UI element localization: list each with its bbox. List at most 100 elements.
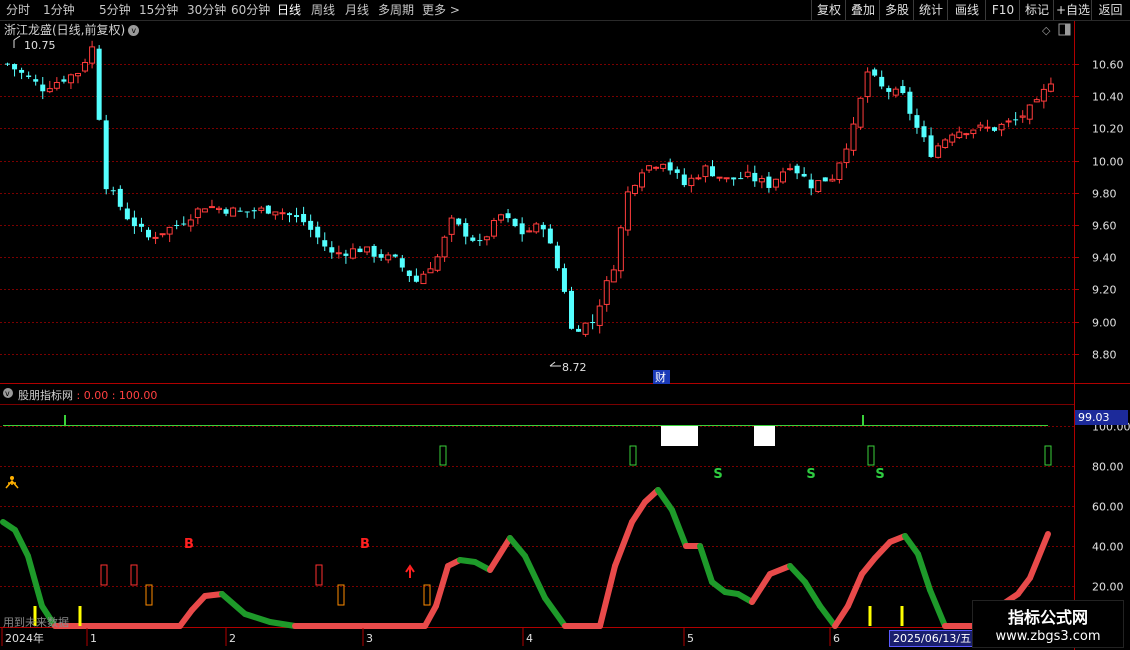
candle-up xyxy=(624,191,631,231)
oscillator-segment xyxy=(669,507,689,549)
candle-down xyxy=(124,208,130,220)
candle-up xyxy=(448,217,455,235)
candle-down xyxy=(265,205,271,214)
candle-down xyxy=(223,209,229,214)
candle-up xyxy=(631,184,638,195)
diamond-icon[interactable]: ◇ xyxy=(1042,24,1051,37)
x-axis-label: 6 xyxy=(833,632,840,645)
candle-up xyxy=(758,178,765,183)
candle-down xyxy=(371,245,377,257)
candle-down xyxy=(103,120,109,190)
candle-up xyxy=(582,322,589,335)
candle-down xyxy=(879,76,885,87)
candle-up xyxy=(1019,115,1026,118)
candle-up xyxy=(998,123,1005,131)
candle-down xyxy=(561,268,567,292)
price-tick-label: 10.00 xyxy=(1092,156,1124,169)
candle-down xyxy=(667,162,673,171)
candle-up xyxy=(639,172,645,188)
candle-down xyxy=(237,210,243,212)
candle-up xyxy=(780,171,786,183)
candle-up xyxy=(963,133,970,136)
kline-chart-canvas[interactable]: 10.60 10.40 10.20 10.00 9.80 9.60 9.40 9.20 9.00… xyxy=(0,0,1130,650)
stock-title-text: 浙江龙盛(日线,前复权) xyxy=(4,23,126,37)
candle-down xyxy=(738,178,744,180)
oscillator-segment xyxy=(522,553,548,601)
candle-down xyxy=(181,223,187,225)
price-tick-label: 10.40 xyxy=(1092,91,1124,104)
candle-down xyxy=(61,79,67,82)
candle-up xyxy=(935,145,942,158)
sell-signal-label: S xyxy=(713,467,722,482)
candle-down xyxy=(1013,119,1019,121)
candle-up xyxy=(850,123,857,151)
oscillator-segment xyxy=(1027,531,1051,581)
candle-down xyxy=(872,69,878,76)
oscillator-segment xyxy=(219,591,248,617)
candle-up xyxy=(653,166,660,169)
chevron-down-icon[interactable]: v xyxy=(128,25,140,36)
candle-up xyxy=(843,148,850,164)
indicator-header: 股朋指标网 : 0.00 : 100.00 xyxy=(4,387,157,403)
indicator-name[interactable]: 股朋指标网 xyxy=(18,389,73,402)
low-marker-arrow xyxy=(549,361,556,367)
candle-up xyxy=(194,208,201,219)
candle-down xyxy=(674,169,680,173)
candle-up xyxy=(702,165,709,178)
candle-down xyxy=(399,258,405,268)
price-tick-label: 10.60 xyxy=(1092,59,1124,72)
green-box-signal xyxy=(867,445,875,466)
candle-up xyxy=(617,227,624,272)
candle-up xyxy=(483,236,490,241)
candle-down xyxy=(308,220,314,230)
red-box-signal xyxy=(337,584,345,606)
candle-up xyxy=(75,72,81,77)
oscillator-segment xyxy=(597,563,618,629)
candle-down xyxy=(505,213,511,219)
candle-up xyxy=(787,168,794,171)
candle-down xyxy=(378,254,384,258)
x-axis-label: 2024年 xyxy=(5,631,44,645)
price-tick-label: 9.00 xyxy=(1092,317,1117,330)
red-box-signal xyxy=(130,564,138,586)
candle-down xyxy=(315,226,321,238)
stock-title[interactable]: 浙江龙盛(日线,前复权) v xyxy=(4,21,140,38)
candle-down xyxy=(33,79,39,82)
candle-down xyxy=(463,223,469,237)
candle-up xyxy=(498,214,504,221)
price-tick-label: 9.80 xyxy=(1092,188,1117,201)
indicator-tick-label: 40.00 xyxy=(1092,541,1124,554)
sell-signal-label: S xyxy=(806,467,815,482)
red-box-signal xyxy=(145,584,153,606)
candle-up xyxy=(1047,83,1054,92)
candle-down xyxy=(131,217,137,227)
candle-up xyxy=(364,246,371,253)
candle-down xyxy=(710,166,715,177)
candle-up xyxy=(836,162,843,181)
candle-up xyxy=(1005,120,1012,123)
candle-up xyxy=(152,236,159,239)
candle-down xyxy=(294,215,300,217)
price-tick-label: 9.40 xyxy=(1092,252,1117,265)
candle-up xyxy=(1040,88,1047,102)
x-axis-label: 4 xyxy=(526,632,533,645)
oscillator-segment xyxy=(242,611,273,625)
candle-down xyxy=(343,253,349,256)
candle-up xyxy=(596,305,603,326)
green-box-signal xyxy=(439,445,447,466)
candle-down xyxy=(96,48,102,120)
oscillator-segment xyxy=(749,571,773,605)
person-icon xyxy=(5,476,19,489)
watermark: 指标公式网 www.zbgs3.com xyxy=(972,600,1124,648)
candle-down xyxy=(470,237,476,241)
candle-up xyxy=(490,220,497,237)
candle-down xyxy=(914,115,920,128)
future-data-note: 用到未来数据 xyxy=(3,616,69,629)
candle-up xyxy=(695,177,702,180)
candle-down xyxy=(5,63,10,65)
candle-up xyxy=(1026,104,1033,120)
red-box-signal xyxy=(315,564,323,586)
candle-down xyxy=(477,240,483,242)
candle-down xyxy=(392,254,398,257)
candle-up xyxy=(956,131,963,139)
